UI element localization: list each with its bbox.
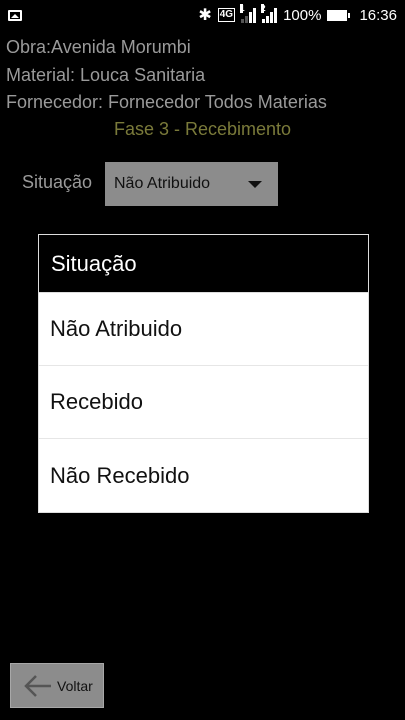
bluetooth-icon: ✱	[198, 7, 212, 24]
status-right: ✱ 4G 1 2 100% 16:36	[198, 4, 397, 25]
arrow-left-icon	[24, 674, 51, 697]
fornecedor-text: Fornecedor: Fornecedor Todos Materias	[6, 92, 327, 112]
situacao-dropdown[interactable]: Não Atribuido	[105, 162, 278, 206]
option-nao-recebido[interactable]: Não Recebido	[39, 439, 368, 512]
sim1-label: 1	[240, 4, 245, 13]
status-bar: ✱ 4G 1 2 100% 16:36	[0, 0, 405, 30]
clock: 16:36	[359, 6, 397, 24]
network-badge: 4G	[217, 8, 236, 22]
image-icon	[8, 9, 22, 21]
battery-icon	[327, 9, 351, 21]
option-recebido[interactable]: Recebido	[39, 366, 368, 439]
situacao-dialog: Situação Não Atribuido Recebido Não Rece…	[38, 234, 369, 513]
option-nao-atribuido[interactable]: Não Atribuido	[39, 293, 368, 366]
dialog-title: Situação	[39, 235, 368, 293]
battery-percent: 100%	[283, 6, 322, 24]
back-button[interactable]: Voltar	[10, 663, 104, 708]
signal-icon: 1	[240, 4, 257, 23]
status-left	[8, 9, 22, 21]
chevron-down-icon	[248, 181, 262, 188]
situacao-label: Situação	[22, 172, 93, 192]
material-text: Material: Louca Sanitaria	[6, 65, 206, 85]
signal-icon: 2	[261, 4, 278, 23]
obra-text: Obra:Avenida Morumbi	[6, 37, 191, 57]
back-button-label: Voltar	[57, 677, 93, 694]
phase-title: Fase 3 - Recebimento	[113, 119, 292, 139]
sim2-label: 2	[261, 4, 266, 13]
situacao-selected: Não Atribuido	[114, 175, 211, 192]
